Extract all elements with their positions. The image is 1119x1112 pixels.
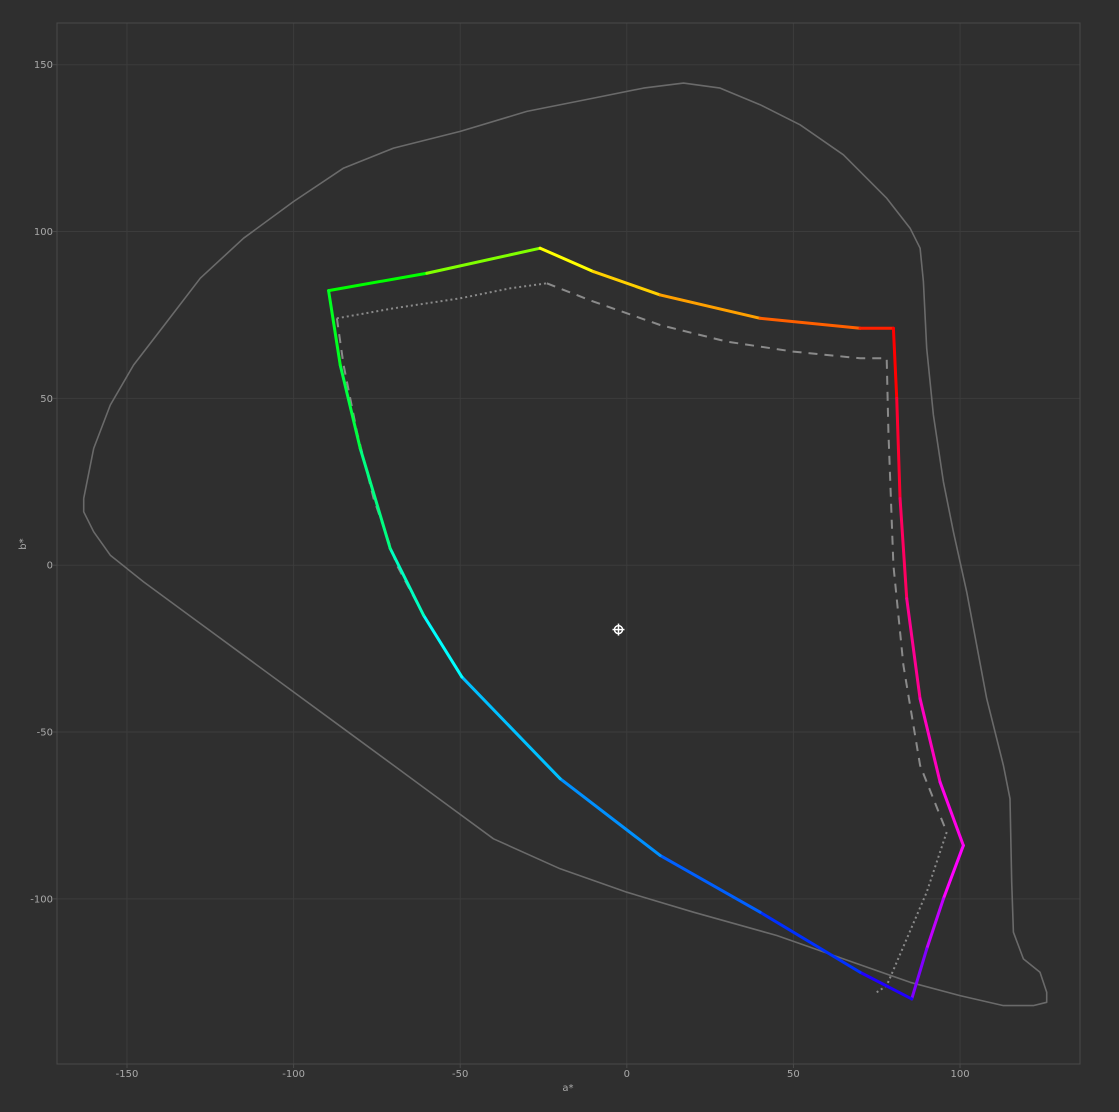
y-tick-label: 100 <box>34 227 53 238</box>
x-tick-label: 0 <box>624 1069 630 1080</box>
chart-area: -150 -100 -50 0 50 100 150 100 50 0 -50 -100 a* b* <box>0 0 1119 1112</box>
x-tick-label: -100 <box>282 1069 305 1080</box>
y-tick-label: 150 <box>34 60 53 71</box>
x-tick-label: 100 <box>950 1069 969 1080</box>
y-tick-label: -50 <box>37 728 53 739</box>
x-axis-label: a* <box>562 1083 573 1094</box>
x-tick-label: -150 <box>116 1069 139 1080</box>
x-tick-label: 50 <box>787 1069 800 1080</box>
y-tick-label: 0 <box>47 561 53 572</box>
y-axis-label: b* <box>18 538 29 549</box>
plot-background <box>0 0 1119 1112</box>
y-tick-label: -100 <box>30 894 53 905</box>
y-tick-label: 50 <box>40 394 53 405</box>
x-tick-label: -50 <box>452 1069 468 1080</box>
